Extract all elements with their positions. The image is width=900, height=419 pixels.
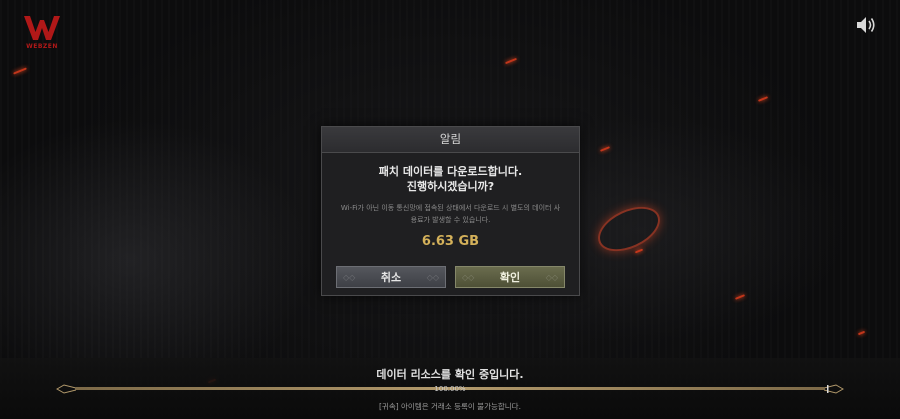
download-size: 6.63 GB xyxy=(421,234,480,249)
cancel-button-label: 취소 xyxy=(380,271,402,284)
webzen-logo: WEBZEN xyxy=(22,14,62,54)
logo-text: WEBZEN xyxy=(26,43,58,50)
confirm-button[interactable]: 확인 ◇◇ ◇◇ xyxy=(455,266,565,288)
webzen-w-logo-icon xyxy=(24,16,60,40)
dialog-title: 알림 xyxy=(322,127,579,153)
loading-status-text: 데이터 리소스를 확인 중입니다. xyxy=(376,368,524,381)
loading-tip: [귀속] 아이템은 거래소 등록이 불가능합니다. xyxy=(379,402,521,411)
dialog-button-row: 취소 ◇◇ ◇◇ 확인 ◇◇ ◇◇ xyxy=(336,266,565,288)
sound-toggle-button[interactable] xyxy=(854,14,878,36)
button-ornament-icon: ◇◇ xyxy=(462,273,475,282)
button-ornament-icon: ◇◇ xyxy=(426,273,439,282)
button-ornament-icon: ◇◇ xyxy=(343,273,356,282)
dialog-message-line2: 진행하시겠습니까? xyxy=(406,180,495,193)
progress-percent: 100.00% xyxy=(434,385,466,393)
dialog-message: 패치 데이터를 다운로드합니다. 진행하시겠습니까? xyxy=(322,164,579,194)
data-charge-notice: Wi-Fi가 아닌 이동 통신망에 접속된 상태에서 다운로드 시 별도의 데이… xyxy=(340,204,561,224)
patch-download-dialog: 알림 패치 데이터를 다운로드합니다. 진행하시겠습니까? Wi-Fi가 아닌 … xyxy=(321,126,580,296)
speaker-icon xyxy=(857,17,875,33)
confirm-button-label: 확인 xyxy=(499,271,521,284)
cancel-button[interactable]: 취소 ◇◇ ◇◇ xyxy=(336,266,446,288)
dialog-message-line1: 패치 데이터를 다운로드합니다. xyxy=(378,165,523,178)
button-ornament-icon: ◇◇ xyxy=(545,273,558,282)
